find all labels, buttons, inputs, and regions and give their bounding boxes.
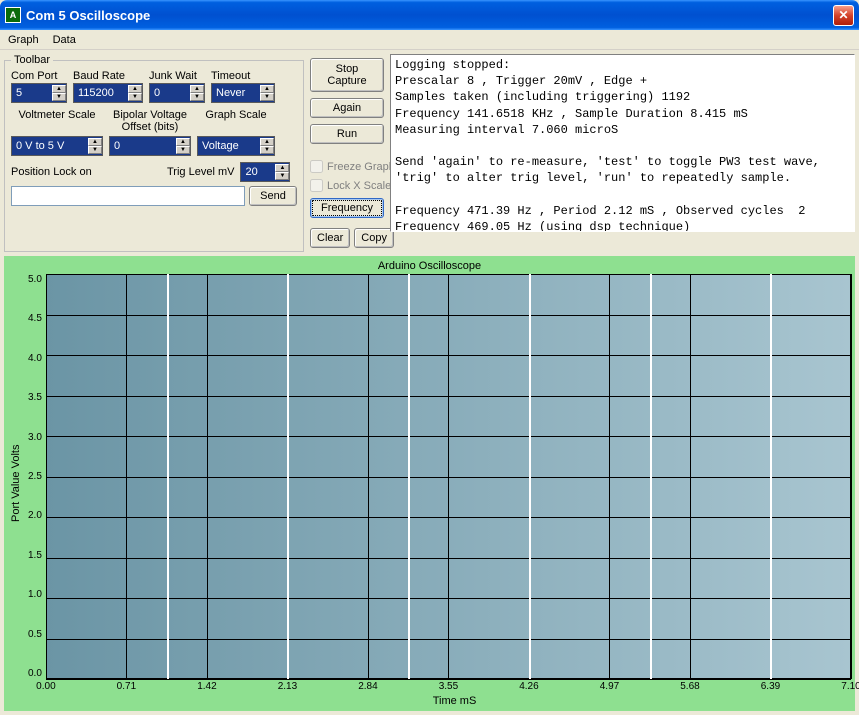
- junk-wait-label: Junk Wait: [149, 70, 205, 82]
- freeze-graph-check[interactable]: Freeze Graph: [310, 160, 384, 173]
- close-button[interactable]: ✕: [833, 5, 854, 26]
- position-lock-label: Position Lock on: [11, 166, 161, 178]
- copy-button[interactable]: Copy: [354, 228, 394, 248]
- menu-data[interactable]: Data: [53, 34, 76, 46]
- run-button[interactable]: Run: [310, 124, 384, 144]
- send-button[interactable]: Send: [249, 186, 297, 206]
- trig-level-input[interactable]: 20 ▲▼: [240, 162, 290, 182]
- chart-panel: Arduino Oscilloscope Port Value Volts 5.…: [4, 256, 855, 711]
- y-axis-label: Port Value Volts: [8, 274, 24, 693]
- timeout-label: Timeout: [211, 70, 275, 82]
- x-axis-ticks: 0.000.711.422.132.843.554.264.975.686.39…: [46, 681, 851, 693]
- voltmeter-scale-select[interactable]: 0 V to 5 V ▲▼: [11, 136, 103, 156]
- bipolar-label: Bipolar Voltage Offset (bits): [109, 109, 191, 133]
- menu-graph[interactable]: Graph: [8, 34, 39, 46]
- log-output[interactable]: Logging stopped: Prescalar 8 , Trigger 2…: [390, 54, 855, 232]
- window-title: Com 5 Oscilloscope: [26, 8, 833, 23]
- graph-scale-label: Graph Scale: [197, 109, 275, 121]
- junk-wait-select[interactable]: 0 ▲▼: [149, 83, 205, 103]
- title-bar: A Com 5 Oscilloscope ✕: [0, 0, 859, 30]
- menu-bar: Graph Data: [0, 30, 859, 50]
- bipolar-offset-select[interactable]: 0 ▲▼: [109, 136, 191, 156]
- stop-capture-button[interactable]: Stop Capture: [310, 58, 384, 92]
- trig-level-label: Trig Level mV: [167, 166, 234, 178]
- plot-area[interactable]: 0.000.711.422.132.843.554.264.975.686.39…: [46, 274, 851, 679]
- clear-button[interactable]: Clear: [310, 228, 350, 248]
- app-icon: A: [5, 7, 21, 23]
- command-input[interactable]: [11, 186, 245, 206]
- toolbar-legend: Toolbar: [11, 54, 53, 66]
- chevron-up-icon: ▲: [52, 85, 66, 93]
- voltmeter-scale-label: Voltmeter Scale: [11, 109, 103, 121]
- y-axis-ticks: 5.04.54.03.53.02.52.01.51.00.50.0: [24, 274, 46, 679]
- graph-scale-select[interactable]: Voltage ▲▼: [197, 136, 275, 156]
- toolbar-group: Toolbar Com Port 5 ▲▼ Baud Rate 115200 ▲…: [4, 54, 304, 252]
- chevron-down-icon: ▼: [52, 93, 66, 101]
- com-port-label: Com Port: [11, 70, 67, 82]
- baud-rate-label: Baud Rate: [73, 70, 143, 82]
- com-port-select[interactable]: 5 ▲▼: [11, 83, 67, 103]
- frequency-button[interactable]: Frequency: [310, 198, 384, 218]
- again-button[interactable]: Again: [310, 98, 384, 118]
- timeout-select[interactable]: Never ▲▼: [211, 83, 275, 103]
- chart-title: Arduino Oscilloscope: [8, 260, 851, 272]
- x-axis-label: Time mS: [8, 695, 851, 707]
- lock-x-scale-check[interactable]: Lock X Scale: [310, 179, 384, 192]
- baud-rate-select[interactable]: 115200 ▲▼: [73, 83, 143, 103]
